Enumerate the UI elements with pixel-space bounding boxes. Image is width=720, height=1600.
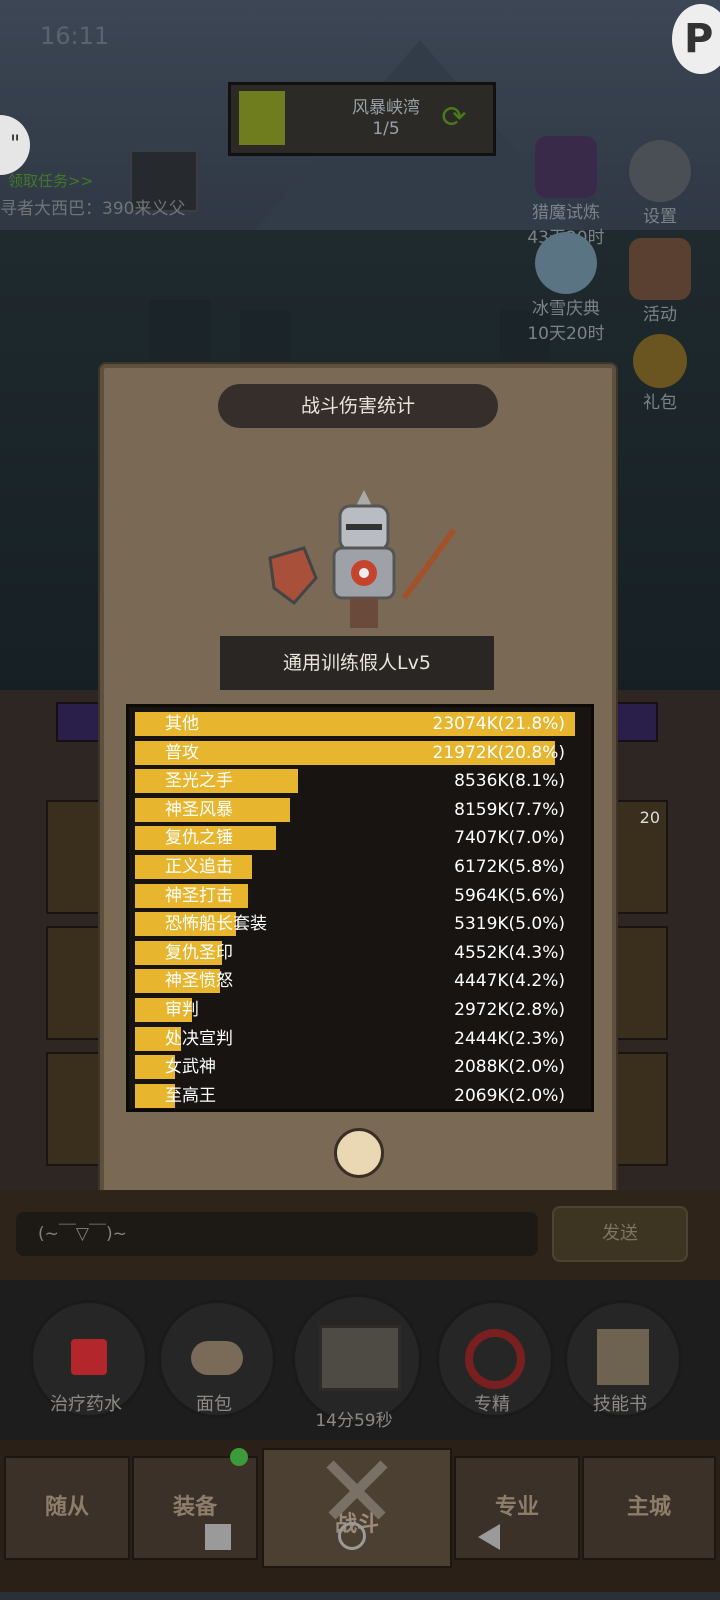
damage-value: 2444K(2.3%) bbox=[454, 1028, 565, 1049]
damage-value: 2088K(2.0%) bbox=[454, 1057, 565, 1078]
settings-button[interactable]: 设置 bbox=[620, 140, 700, 227]
bread-label: 面包 bbox=[196, 1394, 232, 1415]
bread-icon bbox=[191, 1341, 243, 1375]
nav-profession[interactable]: 专业 bbox=[454, 1456, 580, 1560]
snowflake-icon bbox=[535, 232, 597, 294]
damage-stats-modal: 战斗伤害统计 通用训练假人Lv5 其他 23074K(21.8%) 普攻 21972K… bbox=[100, 364, 616, 1212]
damage-row: 神圣愤怒 4447K(4.2%) bbox=[135, 968, 585, 994]
damage-value: 7407K(7.0%) bbox=[454, 828, 565, 849]
skill-slot-badge: 20 bbox=[639, 808, 660, 827]
damage-value: 4447K(4.2%) bbox=[454, 971, 565, 992]
gift-pack-label: 礼包 bbox=[643, 393, 677, 413]
damage-source-label: 正义追击 bbox=[165, 857, 233, 877]
specialization-label: 专精 bbox=[474, 1394, 510, 1415]
knight-training-dummy-icon bbox=[268, 490, 457, 628]
activity-label: 活动 bbox=[643, 305, 677, 325]
damage-source-label: 复仇之锤 bbox=[165, 828, 233, 849]
damage-source-label: 普攻 bbox=[165, 742, 199, 763]
damage-row: 神圣风暴 8159K(7.7%) bbox=[135, 797, 585, 823]
damage-stats-list[interactable]: 其他 23074K(21.8%) 普攻 21972K(20.8%) 圣光之手 8536K(… bbox=[126, 704, 594, 1112]
damage-value: 21972K(20.8%) bbox=[432, 742, 566, 763]
damage-value: 2972K(2.8%) bbox=[454, 1000, 565, 1020]
damage-value: 8536K(8.1%) bbox=[454, 771, 565, 792]
damage-source-label: 审判 bbox=[165, 1000, 199, 1020]
potion-icon bbox=[71, 1339, 107, 1375]
quest-text: 寻者大西巴：390来义父 bbox=[0, 199, 186, 219]
damage-source-label: 神圣打击 bbox=[165, 885, 233, 906]
skill-book-label: 技能书 bbox=[593, 1394, 647, 1415]
gear-icon bbox=[629, 140, 691, 202]
damage-value: 8159K(7.7%) bbox=[454, 799, 565, 820]
damage-row: 复仇圣印 4552K(4.3%) bbox=[135, 940, 585, 966]
damage-row: 神圣打击 5964K(5.6%) bbox=[135, 883, 585, 909]
nav-equipment[interactable]: 装备 bbox=[132, 1456, 258, 1560]
close-button[interactable] bbox=[334, 1128, 384, 1178]
refresh-icon[interactable]: ⟳ bbox=[437, 101, 471, 135]
snow-festival-label: 冰雪庆典 bbox=[532, 299, 600, 319]
skill-book-icon bbox=[597, 1329, 649, 1385]
crossed-swords-icon bbox=[326, 1460, 388, 1520]
status-bar-time: 16:11 bbox=[40, 22, 110, 50]
activity-button[interactable]: 活动 bbox=[620, 238, 700, 325]
damage-source-label: 神圣愤怒 bbox=[165, 971, 233, 992]
damage-row: 圣光之手 8536K(8.1%) bbox=[135, 768, 585, 794]
potion-label: 治疗药水 bbox=[50, 1394, 122, 1415]
treasure-chest-button[interactable] bbox=[292, 1294, 422, 1424]
specialization-icon bbox=[465, 1329, 525, 1389]
damage-value: 5319K(5.0%) bbox=[454, 914, 565, 935]
snow-festival-button[interactable]: 冰雪庆典 10天20时 bbox=[526, 232, 606, 344]
damage-value: 2069K(2.0%) bbox=[454, 1085, 565, 1106]
task-tracker[interactable]: 风暴峡湾 1/5 ⟳ bbox=[228, 82, 496, 156]
damage-value: 5964K(5.6%) bbox=[454, 885, 565, 906]
target-name: 通用训练假人Lv5 bbox=[220, 636, 494, 690]
chat-input[interactable]: (~￣▽￣)~ bbox=[16, 1212, 538, 1256]
snow-festival-timer: 10天20时 bbox=[527, 324, 605, 344]
treasure-chest-icon bbox=[319, 1325, 401, 1391]
damage-value: 23074K(21.8%) bbox=[432, 714, 566, 734]
damage-source-label: 圣光之手 bbox=[165, 771, 233, 792]
system-back-icon[interactable] bbox=[476, 1522, 504, 1552]
gift-pack-button[interactable]: 礼包 bbox=[620, 334, 700, 413]
damage-row: 普攻 21972K(20.8%) bbox=[135, 740, 585, 766]
damage-source-label: 其他 bbox=[165, 714, 199, 734]
nav-battle[interactable]: 战斗 bbox=[262, 1448, 452, 1568]
damage-source-label: 处决宣判 bbox=[165, 1028, 233, 1049]
damage-row: 正义追击 6172K(5.8%) bbox=[135, 854, 585, 880]
notification-dot bbox=[230, 1448, 248, 1466]
damage-source-label: 复仇圣印 bbox=[165, 942, 233, 963]
task-progress-indicator bbox=[239, 91, 285, 145]
hunt-trial-label: 猎魔试炼 bbox=[532, 203, 600, 223]
damage-value: 6172K(5.8%) bbox=[454, 857, 565, 877]
quest-link[interactable]: 领取任务>> bbox=[8, 170, 93, 191]
nav-followers[interactable]: 随从 bbox=[4, 1456, 130, 1560]
settings-label: 设置 bbox=[643, 207, 677, 227]
bat-wing-icon bbox=[535, 136, 597, 198]
damage-row: 女武神 2088K(2.0%) bbox=[135, 1054, 585, 1080]
nav-main-city[interactable]: 主城 bbox=[582, 1456, 716, 1560]
system-home-button[interactable] bbox=[338, 1522, 366, 1550]
damage-source-label: 神圣风暴 bbox=[165, 799, 233, 820]
damage-row: 审判 2972K(2.8%) bbox=[135, 997, 585, 1023]
damage-source-label: 恐怖船长套装 bbox=[165, 914, 267, 935]
calendar-icon bbox=[629, 238, 691, 300]
damage-value: 4552K(4.3%) bbox=[454, 942, 565, 963]
damage-row: 恐怖船长套装 5319K(5.0%) bbox=[135, 911, 585, 937]
system-recents-button[interactable] bbox=[205, 1524, 231, 1550]
damage-row: 至高王 2069K(2.0%) bbox=[135, 1083, 585, 1109]
damage-source-label: 女武神 bbox=[165, 1057, 216, 1078]
damage-row: 复仇之锤 7407K(7.0%) bbox=[135, 825, 585, 851]
send-button[interactable]: 发送 bbox=[552, 1206, 688, 1262]
chest-timer: 14分59秒 bbox=[315, 1411, 393, 1431]
damage-row: 处决宣判 2444K(2.3%) bbox=[135, 1026, 585, 1052]
damage-source-label: 至高王 bbox=[165, 1085, 216, 1106]
modal-title: 战斗伤害统计 bbox=[218, 384, 498, 428]
damage-row: 其他 23074K(21.8%) bbox=[135, 711, 585, 737]
gift-coin-icon bbox=[633, 334, 687, 388]
